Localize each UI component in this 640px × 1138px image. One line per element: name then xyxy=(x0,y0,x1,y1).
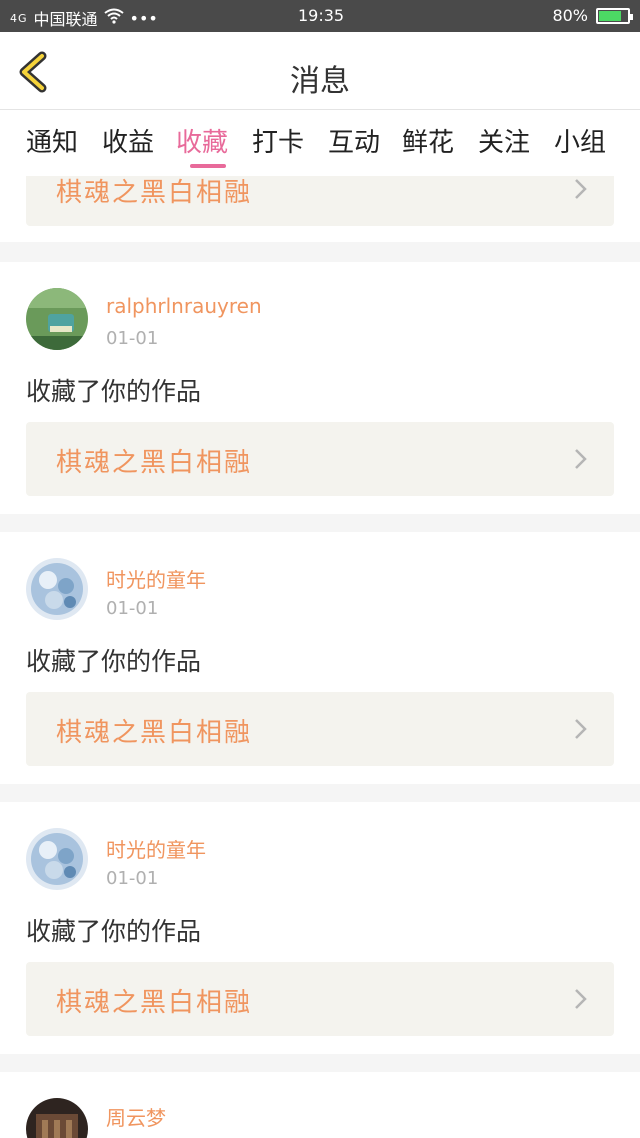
chevron-right-icon xyxy=(575,449,587,469)
tab-notifications[interactable]: 通知 xyxy=(26,122,78,159)
list-item: 棋魂之黑白相融 xyxy=(0,176,640,242)
status-left: 4G 中国联通 ••• xyxy=(10,6,158,30)
tab-earnings[interactable]: 收益 xyxy=(102,122,154,159)
tab-checkin[interactable]: 打卡 xyxy=(252,122,304,159)
tab-interactions[interactable]: 互动 xyxy=(328,122,380,159)
battery-fill xyxy=(599,10,622,21)
battery-cap xyxy=(630,13,633,20)
active-tab-indicator xyxy=(190,164,226,168)
chevron-right-icon xyxy=(575,719,587,739)
battery-percent: 80% xyxy=(552,6,588,25)
message-date: 01-01 xyxy=(106,598,159,619)
list-item: ralphrlnrauyren 01-01 收藏了你的作品 棋魂之黑白相融 xyxy=(0,262,640,514)
nav-bar: 消息 xyxy=(0,32,640,110)
list-item: 时光的童年 01-01 收藏了你的作品 棋魂之黑白相融 xyxy=(0,802,640,1054)
action-text: 收藏了你的作品 xyxy=(26,377,202,406)
work-title: 棋魂之黑白相融 xyxy=(56,448,253,478)
action-text: 收藏了你的作品 xyxy=(26,917,202,946)
chevron-right-icon xyxy=(575,179,587,199)
battery-icon xyxy=(596,7,633,24)
network-type: 4G xyxy=(10,11,28,25)
username[interactable]: ralphrlnrauyren xyxy=(106,294,262,318)
work-title: 棋魂之黑白相融 xyxy=(56,178,253,208)
status-right: 80% xyxy=(552,6,633,25)
more-dots-icon: ••• xyxy=(129,8,158,28)
message-date: 01-01 xyxy=(106,328,159,349)
tab-favorites[interactable]: 收藏 xyxy=(176,122,228,159)
work-title: 棋魂之黑白相融 xyxy=(56,988,253,1018)
username[interactable]: 周云梦 xyxy=(106,1102,166,1131)
work-link[interactable]: 棋魂之黑白相融 xyxy=(26,176,614,226)
avatar[interactable] xyxy=(26,558,88,620)
status-time: 19:35 xyxy=(298,6,345,25)
page-title: 消息 xyxy=(290,64,350,99)
list-item: 时光的童年 01-01 收藏了你的作品 棋魂之黑白相融 xyxy=(0,532,640,784)
tab-bar: 通知 收益 收藏 打卡 互动 鲜花 关注 小组 xyxy=(0,110,640,176)
avatar[interactable] xyxy=(26,288,88,350)
tab-groups[interactable]: 小组 xyxy=(554,122,606,159)
username[interactable]: 时光的童年 xyxy=(106,564,206,593)
tab-flowers[interactable]: 鲜花 xyxy=(402,122,454,159)
username[interactable]: 时光的童年 xyxy=(106,834,206,863)
chevron-right-icon xyxy=(575,989,587,1009)
status-bar: 4G 中国联通 ••• 19:35 80% xyxy=(0,0,640,32)
wifi-icon xyxy=(103,8,124,28)
avatar[interactable] xyxy=(26,828,88,890)
action-text: 收藏了你的作品 xyxy=(26,647,202,676)
avatar[interactable] xyxy=(26,1098,88,1138)
carrier-name: 中国联通 xyxy=(33,10,98,29)
work-link[interactable]: 棋魂之黑白相融 xyxy=(26,962,614,1036)
message-date: 01-01 xyxy=(106,868,159,889)
work-link[interactable]: 棋魂之黑白相融 xyxy=(26,692,614,766)
work-title: 棋魂之黑白相融 xyxy=(56,718,253,748)
message-feed[interactable]: 棋魂之黑白相融 ralphrlnrauyren 01-01 收藏了你的作品 棋魂… xyxy=(0,176,640,1138)
list-item: 周云梦 xyxy=(0,1072,640,1138)
work-link[interactable]: 棋魂之黑白相融 xyxy=(26,422,614,496)
tab-following[interactable]: 关注 xyxy=(478,122,530,159)
